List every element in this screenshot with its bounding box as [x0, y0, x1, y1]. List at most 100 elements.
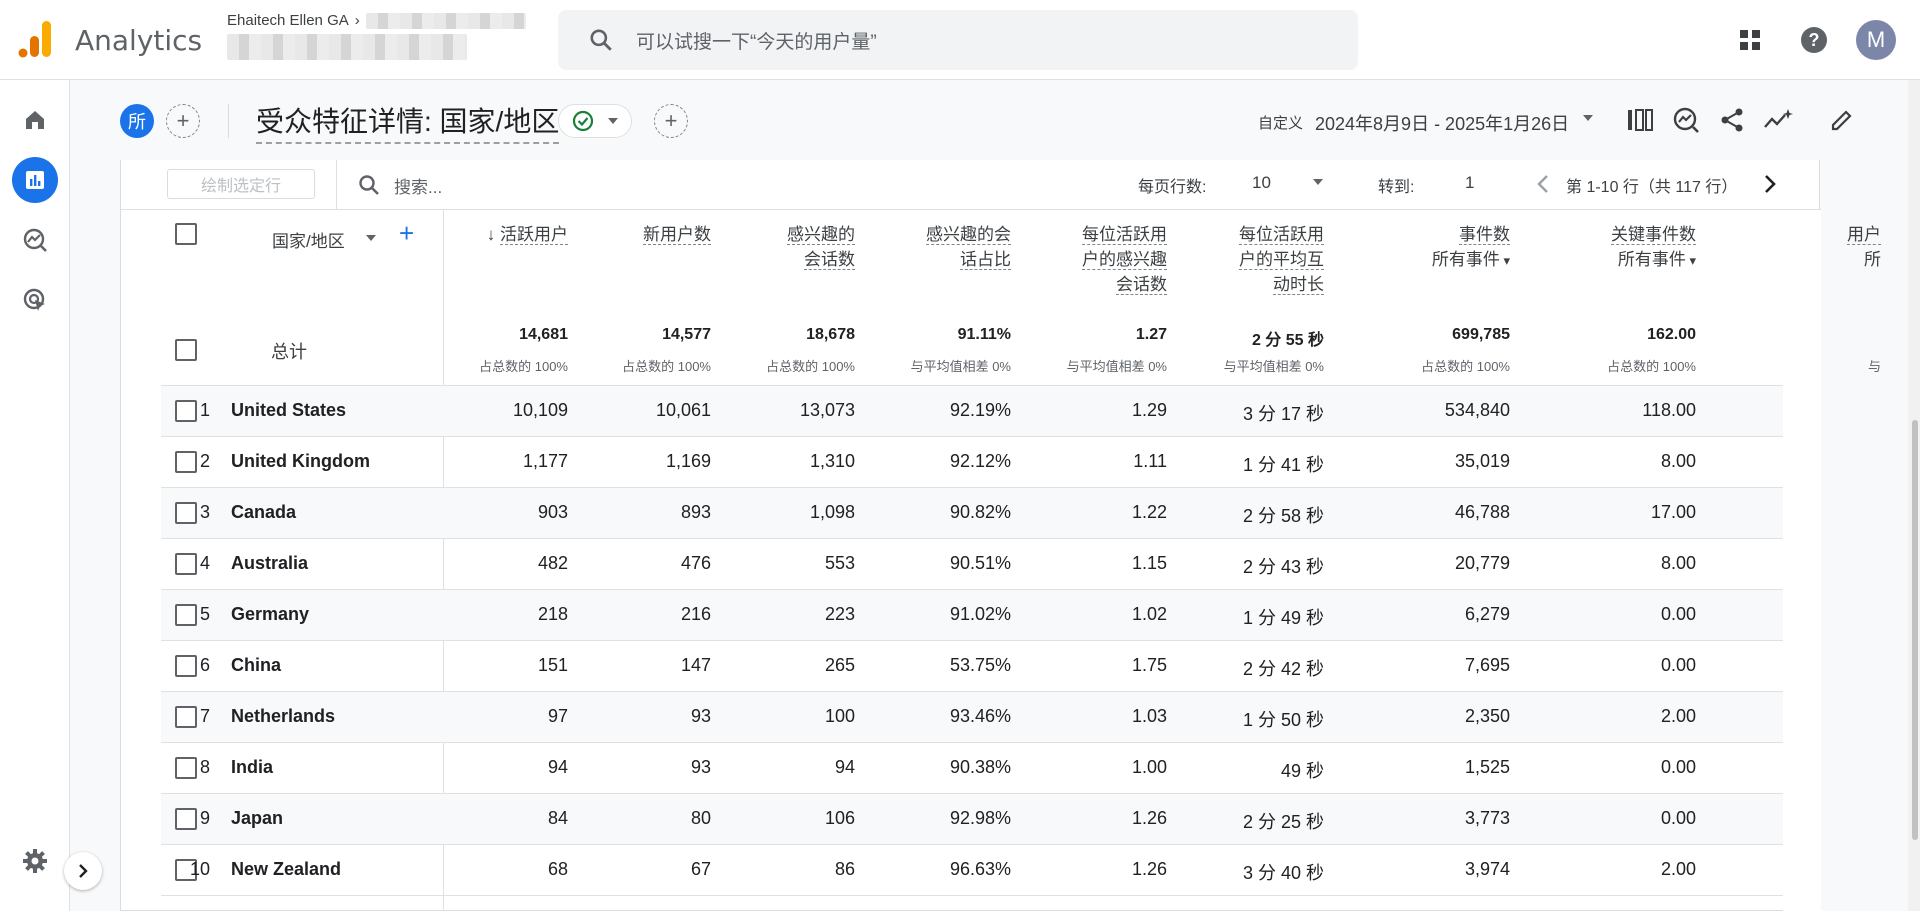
date-range-label: 自定义 [1258, 115, 1304, 132]
blurred-property-name [365, 12, 526, 29]
country-name[interactable]: United Kingdom [231, 451, 370, 472]
column-header-text: 活跃用户 [500, 225, 568, 245]
country-name[interactable]: Germany [231, 604, 309, 625]
property-selector[interactable] [227, 34, 467, 65]
country-name[interactable]: Australia [231, 553, 308, 574]
column-header-7[interactable]: 事件数 所有事件 ▾ [1360, 222, 1510, 273]
account-selector[interactable]: Ehaitech Ellen GA › [227, 12, 526, 29]
advertising-icon[interactable] [12, 277, 58, 323]
settings-gear-icon[interactable] [12, 838, 58, 884]
table-row[interactable]: 3 Canada 903 893 1,098 90.82% 1.22 2 分 58 秒 46,7… [161, 487, 1783, 538]
metric-value: 1.03 [1131, 706, 1167, 726]
table-row[interactable]: 5 Germany 218 216 223 91.02% 1.02 1 分 49 秒 6,279… [161, 589, 1783, 640]
metric-value: 10,061 [655, 400, 711, 420]
dimension-header[interactable]: 国家/地区 [272, 227, 345, 252]
total-subtext: 与平均值相差 0% [1066, 359, 1167, 374]
analytics-logo-icon[interactable] [18, 20, 52, 58]
report-table-card: 绘制选定行 搜索... 每页行数: 10 转到: 1 第 1-10 行（共 11… [120, 160, 1881, 911]
country-name[interactable]: India [231, 757, 273, 778]
chevron-right-icon [79, 864, 88, 878]
share-icon[interactable] [1714, 102, 1750, 138]
row-index: 1 [199, 400, 210, 420]
country-name[interactable]: United States [231, 400, 346, 421]
table-row[interactable]: 10 New Zealand 68 67 86 96.63% 1.26 3 分 40 秒 3,9… [161, 844, 1783, 895]
column-header-8[interactable]: 关键事件数 所有事件 ▾ [1546, 222, 1696, 273]
rows-per-page-select[interactable]: 10 [1252, 173, 1271, 193]
column-header-2[interactable]: 新用户数 [561, 222, 711, 247]
expand-nav-button[interactable] [64, 852, 102, 890]
table-row[interactable]: 9 Japan 84 80 106 92.98% 1.26 2 分 25 秒 3,773 0.00 [161, 793, 1783, 844]
table-row[interactable]: 1 United States 10,109 10,061 13,073 92.19% 1.… [161, 385, 1783, 436]
segment-badge[interactable]: 所 [120, 104, 154, 138]
chevron-right-icon: › [354, 12, 360, 29]
avatar[interactable]: M [1856, 20, 1896, 60]
total-value: 91.11% [957, 326, 1011, 343]
select-all-checkbox[interactable] [175, 223, 197, 245]
insights-icon[interactable] [1668, 102, 1704, 138]
total-subtext: 占总数的 100% [766, 359, 855, 374]
column-header-1[interactable]: ↓ 活跃用户 [418, 222, 568, 247]
metric-value: 92.19% [949, 400, 1011, 420]
metric-value: 1.00 [1131, 757, 1167, 777]
table-row[interactable]: 7 Netherlands 97 93 100 93.46% 1.03 1 分 50 秒 2,3… [161, 691, 1783, 742]
compare-columns-icon[interactable] [1622, 102, 1658, 138]
metric-value: 8.00 [1660, 451, 1696, 471]
country-name[interactable]: New Zealand [231, 859, 341, 880]
date-range-picker[interactable]: 2024年8月9日 - 2025年1月26日 [1315, 110, 1569, 136]
totals-checkbox[interactable] [175, 339, 197, 361]
metric-value: 53.75% [949, 655, 1011, 675]
metric-value: 1.11 [1133, 451, 1167, 471]
event-filter-dropdown[interactable]: 所有事件 ▾ [1546, 247, 1696, 273]
table-row[interactable]: 6 China 151 147 265 53.75% 1.75 2 分 42 秒 7,695 0.… [161, 640, 1783, 691]
chevron-right-icon[interactable] [1761, 172, 1779, 196]
add-filter-button[interactable]: + [654, 104, 688, 138]
country-name[interactable]: Canada [231, 502, 296, 523]
reports-icon[interactable] [12, 157, 58, 203]
event-filter-dropdown[interactable]: 所有事件 ▾ [1360, 247, 1510, 273]
column-header-6[interactable]: 每位活跃用 户的平均互 动时长 [1174, 222, 1324, 297]
metric-value: 1,525 [1464, 757, 1510, 777]
plot-rows-button[interactable]: 绘制选定行 [167, 169, 315, 199]
search-input[interactable]: 可以试搜一下“今天的用户量” [636, 27, 877, 54]
table-row[interactable]: 8 India 94 93 94 90.38% 1.00 49 秒 1,525 0.00 [161, 742, 1783, 793]
column-header-text: 户的感兴趣 [1082, 250, 1167, 270]
caret-down-icon[interactable] [1582, 114, 1594, 122]
report-status-dropdown[interactable] [558, 104, 632, 138]
home-icon[interactable] [12, 97, 58, 143]
column-header-line: 新用户数 [561, 222, 711, 247]
page-scrollbar-thumb[interactable] [1912, 420, 1918, 840]
table-row[interactable]: 2 United Kingdom 1,177 1,169 1,310 92.12% 1.11… [161, 436, 1783, 487]
table-row[interactable]: 4 Australia 482 476 553 90.51% 1.15 2 分 43 秒 20,… [161, 538, 1783, 589]
total-value: 699,785 [1452, 326, 1510, 343]
help-icon[interactable]: ? [1792, 18, 1836, 62]
country-name[interactable]: Netherlands [231, 706, 335, 727]
country-name[interactable]: Japan [231, 808, 283, 829]
metric-value: 93 [690, 706, 711, 726]
column-header-4[interactable]: 感兴趣的会 话占比 [861, 222, 1011, 272]
metric-value: 3 分 40 秒 [1242, 863, 1324, 883]
chevron-left-icon[interactable] [1534, 172, 1552, 196]
metric-value: 49 秒 [1280, 761, 1324, 781]
add-dimension-button[interactable]: + [399, 220, 414, 246]
metric-value: 216 [680, 604, 711, 624]
metric-value: 93.46% [949, 706, 1011, 726]
sparkle-trend-icon[interactable] [1760, 102, 1796, 138]
apps-grid-icon[interactable] [1728, 18, 1772, 62]
top-bar: Analytics Ehaitech Ellen GA › 可以试搜一下“今天的… [0, 0, 1920, 80]
column-header-line: 会话数 [705, 247, 855, 272]
metric-value: 100 [824, 706, 855, 726]
goto-page-input[interactable]: 1 [1465, 173, 1474, 193]
table-search-input[interactable]: 搜索... [394, 173, 442, 198]
column-header-5[interactable]: 每位活跃用 户的感兴趣 会话数 [1017, 222, 1167, 297]
global-search[interactable]: 可以试搜一下“今天的用户量” [558, 10, 1358, 70]
edit-pencil-icon[interactable] [1824, 102, 1860, 138]
country-name[interactable]: China [231, 655, 281, 676]
explore-icon[interactable] [12, 217, 58, 263]
add-comparison-button[interactable]: + [166, 104, 200, 138]
column-header-3[interactable]: 感兴趣的 会话数 [705, 222, 855, 272]
caret-down-icon[interactable] [1312, 178, 1324, 186]
page-title[interactable]: 受众特征详情: 国家/地区 [256, 100, 560, 144]
metric-value: 553 [824, 553, 855, 573]
caret-down-icon[interactable] [365, 234, 377, 242]
metric-value: 1.22 [1131, 502, 1167, 522]
